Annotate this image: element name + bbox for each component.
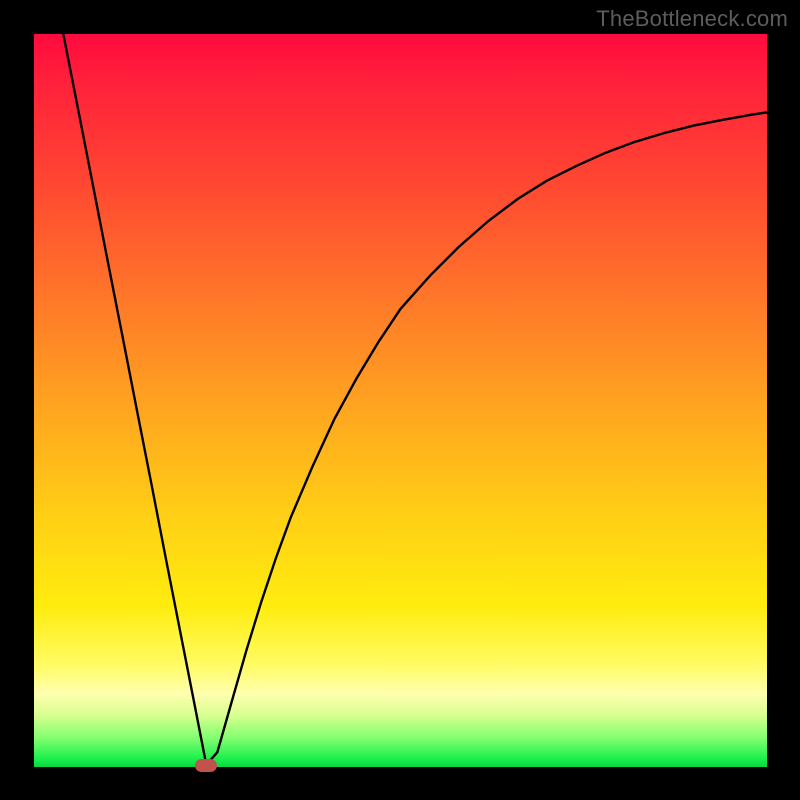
plot-area — [34, 34, 767, 767]
attribution-text: TheBottleneck.com — [596, 6, 788, 32]
curve-layer — [34, 34, 767, 767]
min-marker — [195, 759, 217, 772]
bottleneck-curve — [63, 34, 767, 765]
chart-frame: TheBottleneck.com — [0, 0, 800, 800]
